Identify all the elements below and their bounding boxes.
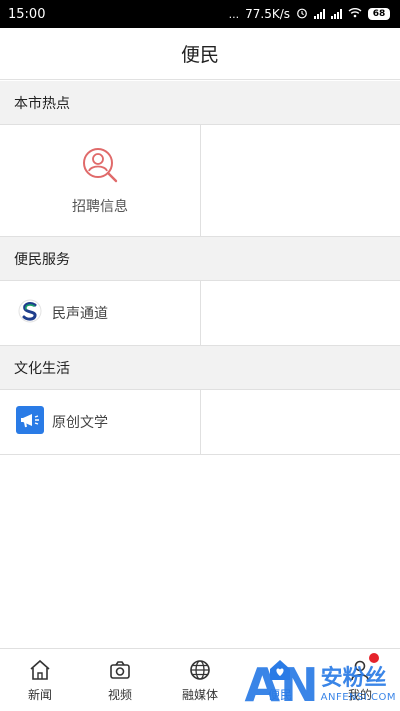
section-header-culture: 文化生活	[0, 346, 400, 390]
camera-icon	[107, 657, 133, 683]
signal-icon-2	[331, 9, 342, 19]
section-title: 本市热点	[14, 95, 70, 112]
tab-label: 视频	[107, 688, 132, 702]
tab-label: 便民	[267, 688, 292, 702]
alarm-icon	[296, 7, 308, 22]
status-dots: ...	[228, 7, 240, 21]
grid-item-label: 原创文学	[52, 415, 108, 431]
grid-item-label: 民声通道	[52, 306, 108, 322]
battery-icon: 68	[368, 8, 390, 20]
section-title: 文化生活	[14, 360, 70, 377]
bottom-tab-bar: 新闻 视频 融媒体 便民 我的	[0, 648, 400, 711]
grid-item-voice-channel[interactable]: 民声通道	[0, 281, 200, 345]
grid-item-empty	[200, 125, 400, 236]
grid-row-hot: 招聘信息	[0, 125, 400, 237]
page-title: 便民	[180, 44, 219, 66]
globe-icon	[187, 657, 213, 683]
grid-item-label: 招聘信息	[72, 198, 128, 215]
tab-convenience[interactable]: 便民	[240, 649, 320, 711]
section-title: 便民服务	[14, 251, 70, 268]
grid-item-recruitment[interactable]: 招聘信息	[0, 125, 200, 236]
s-logo-icon	[16, 297, 44, 329]
wifi-icon	[348, 7, 362, 21]
tab-mine[interactable]: 我的	[320, 649, 400, 711]
person-icon	[347, 653, 379, 683]
tab-label: 新闻	[27, 688, 52, 702]
megaphone-icon	[16, 406, 44, 438]
grid-row-culture: 原创文学	[0, 390, 400, 455]
network-speed: 77.5K/s	[245, 7, 290, 21]
tab-news[interactable]: 新闻	[0, 649, 80, 711]
page-title-bar: 便民	[0, 28, 400, 80]
grid-item-empty	[200, 390, 400, 454]
tab-label: 我的	[347, 688, 372, 702]
notification-badge	[369, 653, 379, 663]
signal-icon	[314, 9, 325, 19]
section-header-services: 便民服务	[0, 237, 400, 281]
recruitment-search-icon	[81, 146, 119, 188]
status-bar: 15:00 ... 77.5K/s 68	[0, 0, 400, 28]
status-icons: ... 77.5K/s 68	[229, 7, 390, 22]
grid-item-original-literature[interactable]: 原创文学	[0, 390, 200, 454]
tab-media[interactable]: 融媒体	[160, 649, 240, 711]
status-time: 15:00	[8, 6, 46, 22]
heart-house-icon	[267, 657, 293, 683]
home-icon	[27, 657, 53, 683]
section-header-hot: 本市热点	[0, 81, 400, 125]
grid-row-services: 民声通道	[0, 281, 400, 346]
grid-item-empty	[200, 281, 400, 345]
tab-video[interactable]: 视频	[80, 649, 160, 711]
tab-label: 融媒体	[181, 688, 218, 702]
